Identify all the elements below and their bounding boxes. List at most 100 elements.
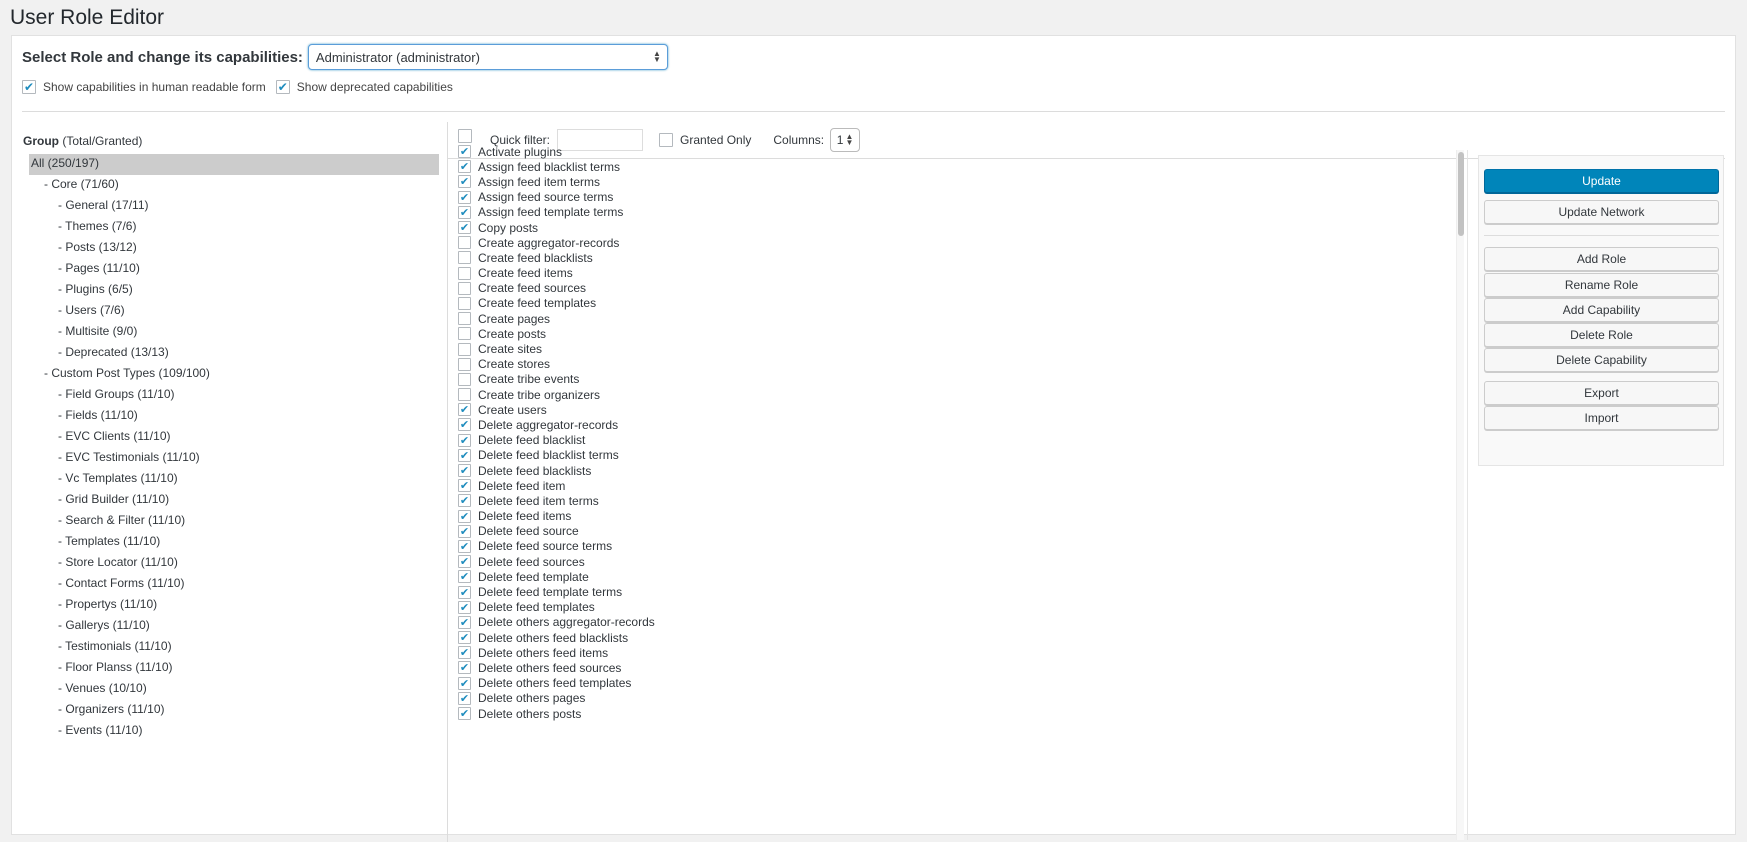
capability-checkbox[interactable] [458,312,471,326]
capability-checkbox[interactable] [458,388,471,402]
capability-row[interactable]: Delete others feed items [458,645,1308,660]
capability-row[interactable]: Delete feed blacklist terms [458,448,1308,463]
capability-row[interactable]: Delete feed sources [458,554,1308,569]
capability-checkbox[interactable] [458,357,471,371]
capability-row[interactable]: Delete feed template terms [458,584,1308,599]
capability-row[interactable]: Delete others posts [458,706,1308,721]
deprecated-option[interactable]: Show deprecated capabilities [275,80,453,94]
capability-row[interactable]: Create aggregator-records [458,235,1308,250]
capability-checkbox[interactable] [458,479,471,493]
capability-row[interactable]: Assign feed blacklist terms [458,159,1308,174]
select-all-checkbox[interactable] [458,129,472,143]
capability-checkbox[interactable] [458,555,471,569]
rename-role-button[interactable]: Rename Role [1484,273,1719,297]
capability-checkbox[interactable] [458,175,471,189]
delete-capability-button[interactable]: Delete Capability [1484,348,1719,372]
group-item[interactable]: - Floor Planss (11/10) [29,658,439,679]
capability-row[interactable]: Delete feed blacklist [458,433,1308,448]
update-button[interactable]: Update [1484,169,1719,193]
group-item[interactable]: - General (17/11) [29,196,439,217]
group-item[interactable]: - Users (7/6) [29,301,439,322]
capability-checkbox[interactable] [458,707,471,721]
deprecated-checkbox[interactable] [275,80,290,94]
capability-checkbox[interactable] [458,403,471,417]
capability-row[interactable]: Assign feed item terms [458,174,1308,189]
capability-checkbox[interactable] [458,631,471,645]
human-readable-option[interactable]: Show capabilities in human readable form [22,80,266,94]
capability-row[interactable]: Activate plugins [458,144,1308,159]
import-button[interactable]: Import [1484,406,1719,430]
capability-checkbox[interactable] [458,372,471,386]
role-select[interactable]: Administrator (administrator) ▲ ▼ [307,44,668,70]
delete-role-button[interactable]: Delete Role [1484,323,1719,347]
capability-checkbox[interactable] [458,418,471,432]
group-item[interactable]: - Multisite (9/0) [29,322,439,343]
group-item[interactable]: - Custom Post Types (109/100) [29,364,439,385]
group-item[interactable]: - Organizers (11/10) [29,700,439,721]
group-item[interactable]: - Plugins (6/5) [29,280,439,301]
capability-row[interactable]: Create feed templates [458,296,1308,311]
capability-row[interactable]: Create posts [458,326,1308,341]
group-item[interactable]: - Core (71/60) [29,175,439,196]
capability-row[interactable]: Delete feed source [458,524,1308,539]
capability-row[interactable]: Create users [458,402,1308,417]
capability-checkbox[interactable] [458,539,471,553]
capability-checkbox[interactable] [458,509,471,523]
group-item[interactable]: - Venues (10/10) [29,679,439,700]
capability-checkbox[interactable] [458,281,471,295]
capability-row[interactable]: Create sites [458,341,1308,356]
capability-row[interactable]: Delete feed templates [458,600,1308,615]
group-item[interactable]: - Store Locator (11/10) [29,553,439,574]
group-item[interactable]: - EVC Testimonials (11/10) [29,448,439,469]
capability-checkbox[interactable] [458,221,471,235]
group-item[interactable]: - EVC Clients (11/10) [29,427,439,448]
capabilities-scrollbar[interactable] [1456,150,1464,840]
capability-checkbox[interactable] [458,433,471,447]
capability-row[interactable]: Delete aggregator-records [458,417,1308,432]
capability-row[interactable]: Create feed items [458,266,1308,281]
capability-checkbox[interactable] [458,600,471,614]
capability-checkbox[interactable] [458,661,471,675]
update-network-button[interactable]: Update Network [1484,200,1719,224]
group-item[interactable]: - Testimonials (11/10) [29,637,439,658]
group-item[interactable]: - Vc Templates (11/10) [29,469,439,490]
capability-checkbox[interactable] [458,464,471,478]
group-item[interactable]: - Pages (11/10) [29,259,439,280]
export-button[interactable]: Export [1484,381,1719,405]
capability-checkbox[interactable] [458,327,471,341]
group-item[interactable]: - Grid Builder (11/10) [29,490,439,511]
capability-row[interactable]: Copy posts [458,220,1308,235]
group-item[interactable]: - Gallerys (11/10) [29,616,439,637]
capability-row[interactable]: Delete feed item [458,478,1308,493]
capability-row[interactable]: Delete others feed sources [458,660,1308,675]
capability-row[interactable]: Create pages [458,311,1308,326]
capability-row[interactable]: Create tribe events [458,372,1308,387]
group-item[interactable]: - Propertys (11/10) [29,595,439,616]
scrollbar-thumb[interactable] [1458,152,1464,236]
add-capability-button[interactable]: Add Capability [1484,298,1719,322]
capability-row[interactable]: Create stores [458,357,1308,372]
capability-checkbox[interactable] [458,145,471,159]
capability-checkbox[interactable] [458,448,471,462]
capability-row[interactable]: Delete feed source terms [458,539,1308,554]
group-item[interactable]: - Fields (11/10) [29,406,439,427]
group-item[interactable]: - Contact Forms (11/10) [29,574,439,595]
capability-checkbox[interactable] [458,266,471,280]
capability-checkbox[interactable] [458,190,471,204]
human-readable-checkbox[interactable] [22,80,36,94]
capability-row[interactable]: Assign feed template terms [458,205,1308,220]
capability-row[interactable]: Delete others aggregator-records [458,615,1308,630]
add-role-button[interactable]: Add Role [1484,247,1719,271]
capability-checkbox[interactable] [458,615,471,629]
capability-row[interactable]: Delete others pages [458,691,1308,706]
group-item[interactable]: - Field Groups (11/10) [29,385,439,406]
capability-checkbox[interactable] [458,296,471,310]
capability-checkbox[interactable] [458,494,471,508]
group-item[interactable]: - Search & Filter (11/10) [29,511,439,532]
group-item[interactable]: - Templates (11/10) [29,532,439,553]
capability-checkbox[interactable] [458,524,471,538]
capability-checkbox[interactable] [458,236,471,250]
group-item[interactable]: All (250/197) [29,154,439,175]
capability-row[interactable]: Delete feed blacklists [458,463,1308,478]
capability-checkbox[interactable] [458,570,471,584]
